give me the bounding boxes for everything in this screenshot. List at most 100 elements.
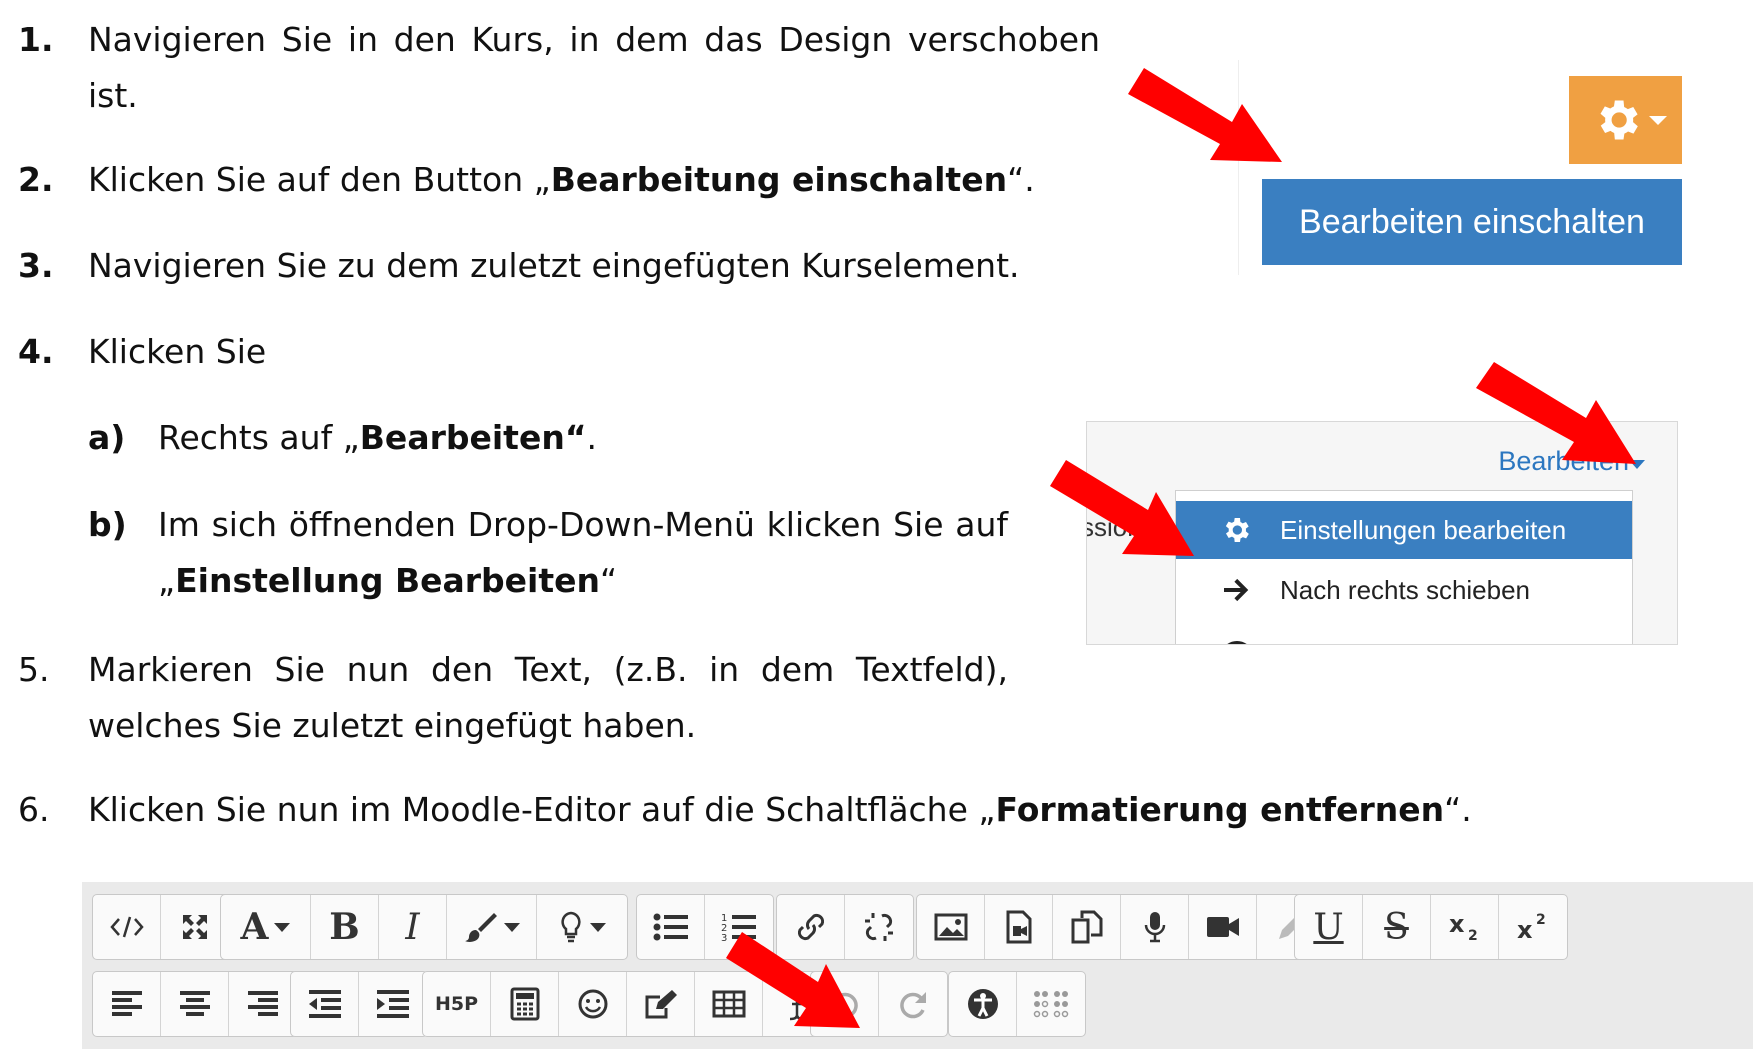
strikethrough-button[interactable]: S <box>1363 895 1431 959</box>
align-left-button[interactable] <box>93 972 161 1036</box>
superscript-icon: x2 <box>1517 912 1546 942</box>
editor-toolbar: A B I 123 U S x 2 x 2 H5P <box>82 882 1753 1049</box>
lightbulb-icon <box>561 911 581 943</box>
microphone-icon <box>1144 912 1165 943</box>
step-number: 1. <box>18 20 54 59</box>
align-left-icon <box>111 991 142 1016</box>
step-number: 6. <box>18 790 50 829</box>
align-right-icon <box>248 991 278 1016</box>
subscript-button[interactable]: x2 <box>1431 895 1499 959</box>
html-button[interactable] <box>93 895 161 959</box>
subscript-icon: x2 <box>1449 912 1478 942</box>
chevron-down-icon <box>274 922 291 932</box>
svg-text:2: 2 <box>1536 912 1546 928</box>
chevron-down-icon <box>503 922 520 932</box>
outdent-button[interactable] <box>291 972 359 1036</box>
step-text: Navigieren Sie zu dem zuletzt eingefügte… <box>88 246 1020 285</box>
menu-item-move-right[interactable]: Nach rechts schieben <box>1176 561 1632 619</box>
step-text: Markieren Sie nun den Text, (z.B. in dem… <box>88 650 1008 745</box>
record-audio-button[interactable] <box>1121 895 1189 959</box>
gear-menu-button[interactable] <box>1569 76 1682 164</box>
media-icon <box>1006 910 1031 944</box>
record-video-button[interactable] <box>1189 895 1257 959</box>
brush-icon <box>464 913 497 942</box>
gear-icon <box>1600 100 1638 140</box>
accessibility-icon <box>967 989 998 1019</box>
equation-button[interactable] <box>491 972 559 1036</box>
edit-dropdown-menu: Einstellungen bearbeiten Nach rechts sch… <box>1175 490 1633 644</box>
font-icon: A <box>240 906 269 948</box>
manage-files-button[interactable] <box>1053 895 1121 959</box>
arrow-right-icon <box>1224 578 1249 602</box>
bullet-list-button[interactable] <box>637 895 705 959</box>
video-icon <box>1206 917 1239 937</box>
emoji-icon <box>578 989 607 1019</box>
bold-button[interactable]: B <box>311 895 379 959</box>
media-button[interactable] <box>985 895 1053 959</box>
superscript-button[interactable]: x2 <box>1499 895 1567 959</box>
bullet-list-icon <box>653 913 688 941</box>
menu-item-label: Einstellungen bearbeiten <box>1280 515 1567 545</box>
fullscreen-button[interactable] <box>161 895 229 959</box>
underline-icon: U <box>1313 906 1344 948</box>
step-number: 4. <box>18 332 54 371</box>
toolbar-group-style: A B I <box>220 894 628 960</box>
bold-icon: B <box>329 906 360 948</box>
menu-item-partial <box>1220 641 1254 644</box>
chevron-down-icon <box>1649 116 1667 125</box>
chevron-down-icon <box>590 922 606 932</box>
step-number: 5. <box>18 650 50 689</box>
fullscreen-icon <box>183 915 207 939</box>
arrow-annotation-icon <box>1050 460 1194 556</box>
underline-button[interactable]: U <box>1295 895 1363 959</box>
align-center-icon <box>179 991 210 1016</box>
menu-item-edit-settings[interactable]: Einstellungen bearbeiten <box>1176 501 1632 559</box>
font-button[interactable]: A <box>221 895 311 959</box>
step-text: Klicken Sie <box>88 332 267 371</box>
arrow-annotation-icon <box>1128 68 1282 162</box>
h5p-icon: H5P <box>434 993 479 1015</box>
step-text: Navigieren Sie in den Kurs, in dem das D… <box>88 20 1100 115</box>
indent-icon <box>377 990 409 1018</box>
emoji-button[interactable] <box>559 972 627 1036</box>
step-text: Rechts auf „Bearbeiten“. <box>158 418 598 457</box>
outdent-icon <box>308 990 341 1018</box>
toolbar-group-text: U S x2 x2 <box>1294 894 1568 960</box>
step-text: Im sich öffnenden Drop-Down-Menü klicken… <box>158 505 1008 600</box>
toolbar-group-accessibility <box>948 971 1086 1037</box>
redo-icon <box>900 992 926 1019</box>
edit-icon <box>645 990 677 1019</box>
arrow-annotation-icon <box>1476 362 1636 464</box>
arrow-annotation-icon <box>726 932 860 1028</box>
edit-mode-on-button[interactable]: Bearbeiten einschalten <box>1262 179 1682 265</box>
step-text: Klicken Sie nun im Moodle-Editor auf die… <box>88 790 1472 829</box>
step-letter: b) <box>88 505 127 544</box>
toolbar-group-media <box>916 894 1326 960</box>
tips-button[interactable] <box>537 895 627 959</box>
image-button[interactable] <box>917 895 985 959</box>
svg-text:2: 2 <box>1468 928 1478 942</box>
italic-icon: I <box>405 906 420 948</box>
indent-button[interactable] <box>359 972 427 1036</box>
manage-files-icon <box>1071 910 1102 944</box>
redo-button[interactable] <box>879 972 947 1036</box>
color-button[interactable] <box>447 895 537 959</box>
html-icon <box>109 916 144 938</box>
align-right-button[interactable] <box>229 972 297 1036</box>
calculator-icon <box>510 987 539 1021</box>
align-center-button[interactable] <box>161 972 229 1036</box>
edit-button[interactable] <box>627 972 695 1036</box>
step-number: 3. <box>18 246 54 285</box>
step-letter: a) <box>88 418 126 457</box>
image-icon <box>934 913 967 941</box>
gear-icon <box>1225 518 1249 542</box>
toolbar-group-align <box>92 971 298 1037</box>
braille-icon <box>1033 991 1069 1018</box>
strikethrough-icon: S <box>1384 906 1409 948</box>
h5p-button[interactable]: H5P <box>423 972 491 1036</box>
toolbar-group-html <box>92 894 230 960</box>
step-text: Klicken Sie auf den Button „Bearbeitung … <box>88 160 1035 199</box>
screenreader-helper-button[interactable] <box>1017 972 1085 1036</box>
accessibility-checker-button[interactable] <box>949 972 1017 1036</box>
italic-button[interactable]: I <box>379 895 447 959</box>
